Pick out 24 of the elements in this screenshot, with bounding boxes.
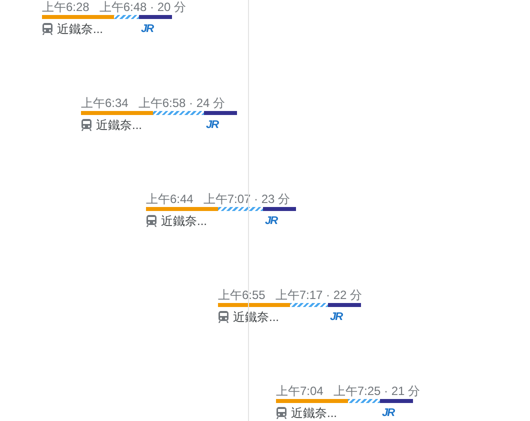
departure-time: 上午6:44 <box>146 192 194 207</box>
train-icon <box>81 119 92 131</box>
departure-time: 上午6:34 <box>81 96 128 111</box>
operator-logo: JR <box>206 118 218 133</box>
operator-logo: JR <box>330 310 342 325</box>
line-name: 近鐵奈... <box>161 213 208 230</box>
line-name: 近鐵奈... <box>96 117 142 134</box>
arrival-time: 上午6:48 · 20 分 <box>99 0 186 15</box>
departure-time: 上午6:28 <box>42 0 90 15</box>
operator-logo: JR <box>265 214 278 229</box>
arrival-time: 上午7:17 · 22 分 <box>275 288 362 303</box>
arrival-time: 上午7:25 · 21 分 <box>333 384 420 399</box>
train-icon <box>146 215 157 227</box>
line-name: 近鐵奈... <box>57 21 104 38</box>
train-icon <box>276 407 287 419</box>
departure-time: 上午7:04 <box>276 384 324 399</box>
train-icon <box>218 311 229 323</box>
arrival-time: 上午6:58 · 24 分 <box>138 96 226 111</box>
operator-logo: JR <box>141 22 154 37</box>
line-name: 近鐵奈... <box>291 405 338 421</box>
operator-logo: JR <box>382 406 394 421</box>
arrival-time: 上午7:07 · 23 分 <box>203 192 290 207</box>
departure-time: 上午6:55 <box>218 288 266 303</box>
train-icon <box>42 23 53 35</box>
